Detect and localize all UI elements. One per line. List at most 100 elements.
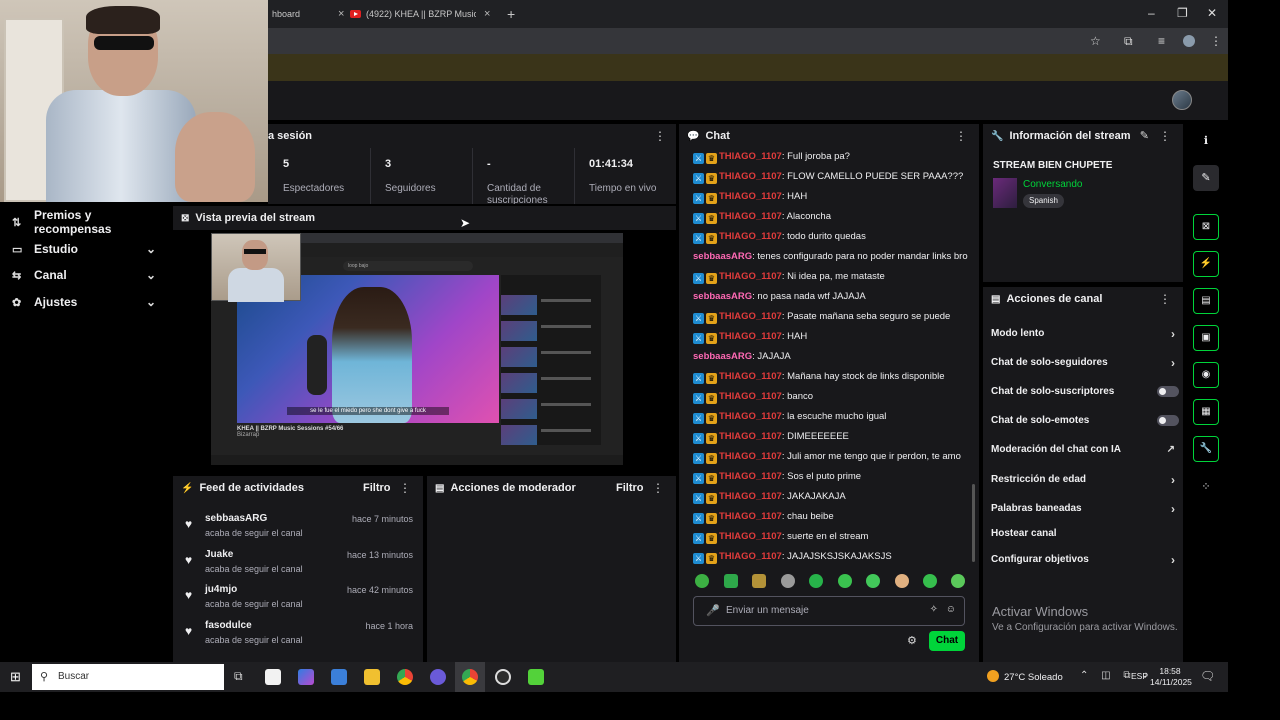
crown-badge-icon[interactable]: ♛ <box>706 453 717 464</box>
file-explorer-icon[interactable] <box>364 669 380 685</box>
kebab-menu-icon[interactable]: ⋮ <box>652 481 664 495</box>
action-goals[interactable]: Configurar objetivos › <box>991 550 1179 570</box>
crown-badge-icon[interactable]: ♛ <box>706 473 717 484</box>
emote-icon[interactable] <box>752 574 766 588</box>
chrome-app-icon[interactable] <box>397 669 413 685</box>
chat-settings-icon[interactable]: ⚙ <box>907 634 917 647</box>
kick-app-icon[interactable] <box>528 669 544 685</box>
emote-icon[interactable] <box>951 574 965 588</box>
moderator-badge-icon[interactable]: ⚔ <box>693 433 704 444</box>
chat-bubble-icon[interactable]: ▣ <box>1193 325 1219 351</box>
language-tag[interactable]: Spanish <box>1023 194 1064 208</box>
preview-toggle-icon[interactable]: ⊠ <box>1193 214 1219 240</box>
emote-icon[interactable] <box>923 574 937 588</box>
crown-badge-icon[interactable]: ♛ <box>706 273 717 284</box>
document-icon[interactable]: ▤ <box>1193 288 1219 314</box>
crown-badge-icon[interactable]: ♛ <box>706 313 717 324</box>
modactions-filter-button[interactable]: Filtro <box>616 482 644 494</box>
info-icon[interactable]: ℹ <box>1193 128 1219 154</box>
action-followers-only[interactable]: Chat de solo-seguidores › <box>991 353 1179 373</box>
moderator-badge-icon[interactable]: ⚔ <box>693 273 704 284</box>
new-tab-button[interactable]: + <box>507 4 515 24</box>
moderator-badge-icon[interactable]: ⚔ <box>693 333 704 344</box>
chat-username[interactable]: THIAGO_1107 <box>719 311 782 322</box>
chat-input[interactable]: 🎤 Enviar un mensaje ✧ ☺ <box>693 596 965 626</box>
moderator-badge-icon[interactable]: ⚔ <box>693 193 704 204</box>
emote-icon[interactable] <box>724 574 738 588</box>
action-age-restriction[interactable]: Restricción de edad › <box>991 470 1179 490</box>
moderator-badge-icon[interactable]: ⚔ <box>693 173 704 184</box>
emote-icon[interactable] <box>895 574 909 588</box>
browser-menu-icon[interactable]: ⋮ <box>1210 34 1222 48</box>
obs-app-icon[interactable] <box>495 669 511 685</box>
crown-badge-icon[interactable]: ♛ <box>706 373 717 384</box>
bookmark-star-icon[interactable]: ☆ <box>1090 34 1101 48</box>
moderator-badge-icon[interactable]: ⚔ <box>693 313 704 324</box>
chat-username[interactable]: THIAGO_1107 <box>719 431 782 442</box>
action-banned-words[interactable]: Palabras baneadas › <box>991 499 1179 519</box>
smiley-icon[interactable]: ☺ <box>946 604 956 615</box>
crown-badge-icon[interactable]: ♛ <box>706 413 717 424</box>
chat-username[interactable]: THIAGO_1107 <box>719 511 782 522</box>
chat-username[interactable]: THIAGO_1107 <box>719 391 782 402</box>
chat-username[interactable]: THIAGO_1107 <box>719 231 782 242</box>
minimize-icon[interactable]: – <box>1148 6 1155 20</box>
layout-icon[interactable]: ▦ <box>1193 399 1219 425</box>
moderator-badge-icon[interactable]: ⚔ <box>693 213 704 224</box>
feed-user[interactable]: ju4mjo <box>205 584 237 595</box>
chat-username[interactable]: THIAGO_1107 <box>719 551 782 562</box>
store-app-icon[interactable] <box>265 669 281 685</box>
crown-badge-icon[interactable]: ♛ <box>706 533 717 544</box>
chat-username[interactable]: THIAGO_1107 <box>719 271 782 282</box>
moderator-badge-icon[interactable]: ⚔ <box>693 393 704 404</box>
broadcast-icon[interactable]: ◉ <box>1193 362 1219 388</box>
emote-only-toggle[interactable] <box>1157 415 1179 426</box>
emote-icon[interactable] <box>838 574 852 588</box>
crown-badge-icon[interactable]: ♛ <box>706 513 717 524</box>
chat-username[interactable]: THIAGO_1107 <box>719 371 782 382</box>
chat-username[interactable]: THIAGO_1107 <box>719 171 782 182</box>
chrome-active-icon[interactable] <box>462 669 478 685</box>
kebab-menu-icon[interactable]: ⋮ <box>955 129 967 143</box>
moderator-badge-icon[interactable]: ⚔ <box>693 453 704 464</box>
bolt-icon[interactable]: ⚡ <box>1193 251 1219 277</box>
moderator-badge-icon[interactable]: ⚔ <box>693 513 704 524</box>
crown-badge-icon[interactable]: ♛ <box>706 173 717 184</box>
chat-username[interactable]: THIAGO_1107 <box>719 531 782 542</box>
kebab-menu-icon[interactable]: ⋮ <box>399 481 411 495</box>
stream-preview-image[interactable]: loop bajo se le fue el miedo pero she do… <box>211 233 623 465</box>
stream-category[interactable]: Conversando <box>1023 179 1082 190</box>
chat-username[interactable]: THIAGO_1107 <box>719 491 782 502</box>
chat-username[interactable]: THIAGO_1107 <box>719 151 782 162</box>
moderator-badge-icon[interactable]: ⚔ <box>693 373 704 384</box>
avatar[interactable] <box>1172 90 1192 110</box>
maximize-icon[interactable]: ❐ <box>1177 6 1188 20</box>
emote-icon[interactable] <box>781 574 795 588</box>
sidebar-item-settings[interactable]: ✿ Ajustes ⌄ <box>12 292 156 312</box>
discord-app-icon[interactable] <box>430 669 446 685</box>
moderator-badge-icon[interactable]: ⚔ <box>693 413 704 424</box>
crown-badge-icon[interactable]: ♛ <box>706 393 717 404</box>
moderator-badge-icon[interactable]: ⚔ <box>693 533 704 544</box>
apps-icon[interactable]: ⁘ <box>1193 474 1219 500</box>
emote-picker-icon[interactable]: ✧ <box>930 604 938 615</box>
profile-icon[interactable] <box>1183 35 1195 47</box>
kebab-menu-icon[interactable]: ⋮ <box>1159 292 1171 306</box>
edit-icon[interactable]: ✎ <box>1193 165 1219 191</box>
moderator-badge-icon[interactable]: ⚔ <box>693 493 704 504</box>
chat-username[interactable]: THIAGO_1107 <box>719 331 782 342</box>
outlook-app-icon[interactable] <box>331 669 347 685</box>
tab-close-icon[interactable]: × <box>338 8 344 20</box>
tab-close-icon[interactable]: × <box>484 8 490 20</box>
tab-youtube[interactable]: (4922) KHEA || BZRP Music Sess × <box>350 4 490 24</box>
crown-badge-icon[interactable]: ♛ <box>706 153 717 164</box>
taskbar-search-input[interactable]: ⚲ Buscar <box>32 664 224 690</box>
chat-username[interactable]: THIAGO_1107 <box>719 211 782 222</box>
moderator-badge-icon[interactable]: ⚔ <box>693 473 704 484</box>
emote-icon[interactable] <box>695 574 709 588</box>
windows-start-icon[interactable]: ⊞ <box>10 669 21 685</box>
media-icon[interactable]: ≡ <box>1158 34 1165 48</box>
action-slow-mode[interactable]: Modo lento › <box>991 324 1179 344</box>
feed-user[interactable]: fasodulce <box>205 620 252 631</box>
sidebar-item-rewards[interactable]: ⇅ Premios y recompensas <box>12 208 172 236</box>
